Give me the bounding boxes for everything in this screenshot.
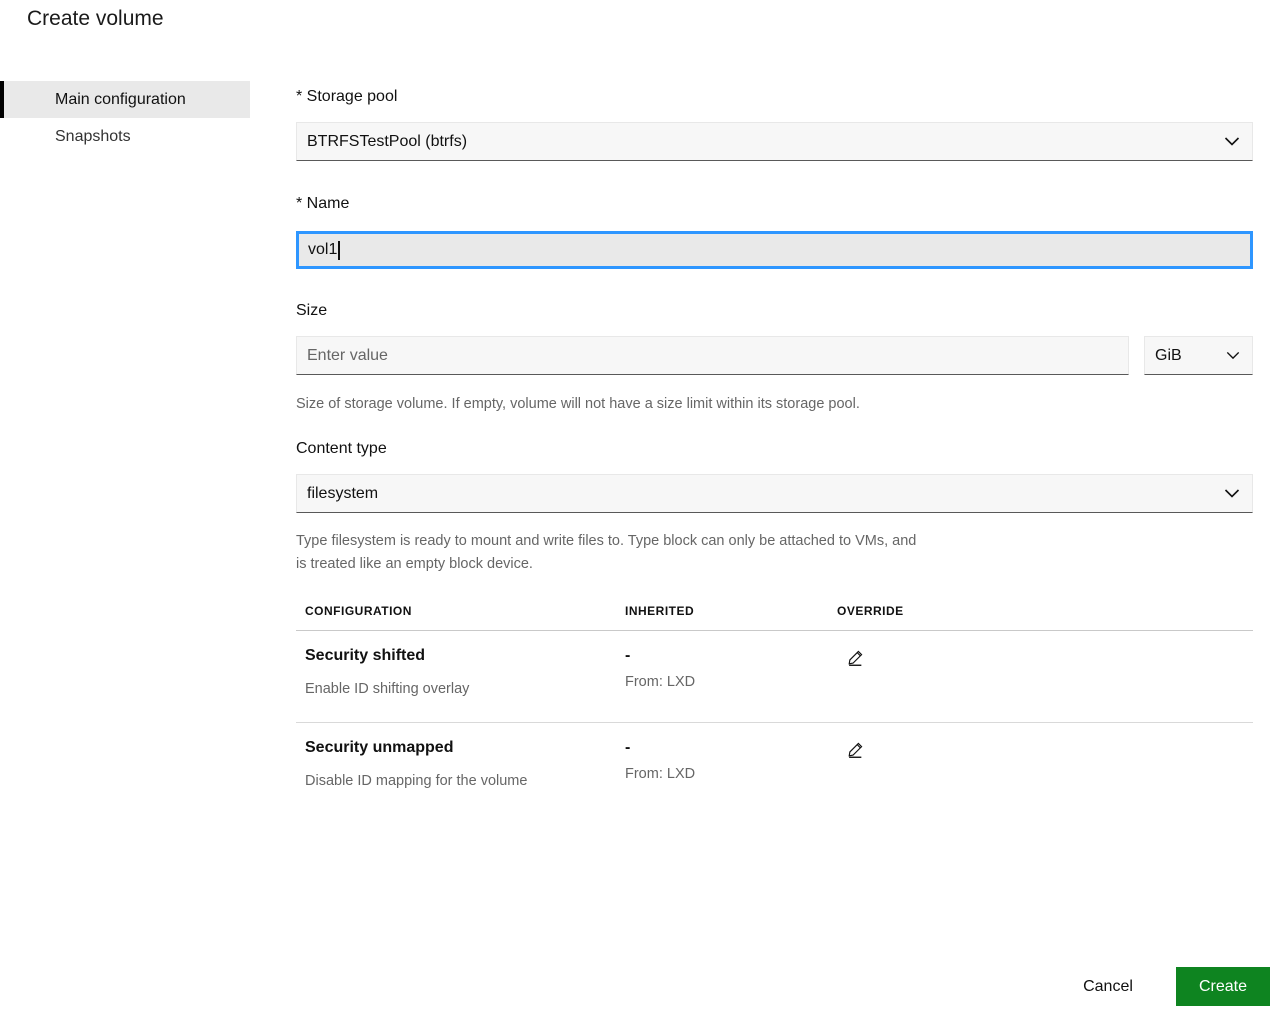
config-name: Security shifted <box>305 647 425 665</box>
cancel-button[interactable]: Cancel <box>1058 969 1158 1005</box>
chevron-down-icon <box>1226 351 1240 360</box>
table-row: Security shifted Enable ID shifting over… <box>296 631 1253 723</box>
column-header-configuration: CONFIGURATION <box>305 604 625 618</box>
sidebar-item-main-configuration[interactable]: Main configuration <box>0 81 250 118</box>
table-row: Security unmapped Disable ID mapping for… <box>296 723 1253 814</box>
config-description: Enable ID shifting overlay <box>305 681 469 697</box>
form-nav-sidebar: Main configuration Snapshots <box>0 81 250 155</box>
inherited-value: - <box>625 739 630 757</box>
page-title: Create volume <box>27 7 164 31</box>
size-help-text: Size of storage volume. If empty, volume… <box>296 393 860 416</box>
configuration-cell: Security shifted Enable ID shifting over… <box>305 647 625 697</box>
override-cell <box>837 647 1253 697</box>
config-name: Security unmapped <box>305 739 453 757</box>
size-input[interactable] <box>296 336 1129 375</box>
storage-pool-value: BTRFSTestPool (btrfs) <box>307 133 467 151</box>
column-header-override: OVERRIDE <box>837 604 1253 618</box>
name-input-value: vol1 <box>308 241 337 259</box>
table-header-row: CONFIGURATION INHERITED OVERRIDE <box>296 595 1253 631</box>
configuration-table: CONFIGURATION INHERITED OVERRIDE Securit… <box>296 595 1253 814</box>
storage-pool-label: * Storage pool <box>296 88 397 106</box>
content-type-select[interactable]: filesystem <box>296 474 1253 513</box>
edit-pencil-icon <box>847 649 864 669</box>
content-type-value: filesystem <box>307 485 378 503</box>
name-label: * Name <box>296 195 349 213</box>
content-type-help-text: Type filesystem is ready to mount and wr… <box>296 530 921 576</box>
inherited-cell: - From: LXD <box>625 739 837 789</box>
sidebar-item-label: Snapshots <box>55 128 131 146</box>
text-cursor <box>338 241 340 260</box>
inherited-source: From: LXD <box>625 674 695 690</box>
storage-pool-select[interactable]: BTRFSTestPool (btrfs) <box>296 122 1253 161</box>
override-cell <box>837 739 1253 789</box>
inherited-source: From: LXD <box>625 766 695 782</box>
config-description: Disable ID mapping for the volume <box>305 773 527 789</box>
override-edit-button[interactable] <box>847 649 864 669</box>
column-header-inherited: INHERITED <box>625 604 837 618</box>
override-edit-button[interactable] <box>847 741 864 761</box>
sidebar-item-label: Main configuration <box>55 91 186 109</box>
inherited-cell: - From: LXD <box>625 647 837 697</box>
size-label: Size <box>296 302 327 320</box>
create-volume-panel: Create volume Main configuration Snapsho… <box>0 0 1274 1014</box>
chevron-down-icon <box>1224 489 1240 498</box>
content-type-label: Content type <box>296 440 387 458</box>
create-button[interactable]: Create <box>1176 967 1270 1006</box>
inherited-value: - <box>625 647 630 665</box>
configuration-cell: Security unmapped Disable ID mapping for… <box>305 739 625 789</box>
chevron-down-icon <box>1224 137 1240 146</box>
size-unit-value: GiB <box>1155 347 1182 365</box>
sidebar-item-snapshots[interactable]: Snapshots <box>0 118 250 155</box>
edit-pencil-icon <box>847 741 864 761</box>
size-unit-select[interactable]: GiB <box>1144 336 1253 375</box>
name-input[interactable]: vol1 <box>296 231 1253 269</box>
